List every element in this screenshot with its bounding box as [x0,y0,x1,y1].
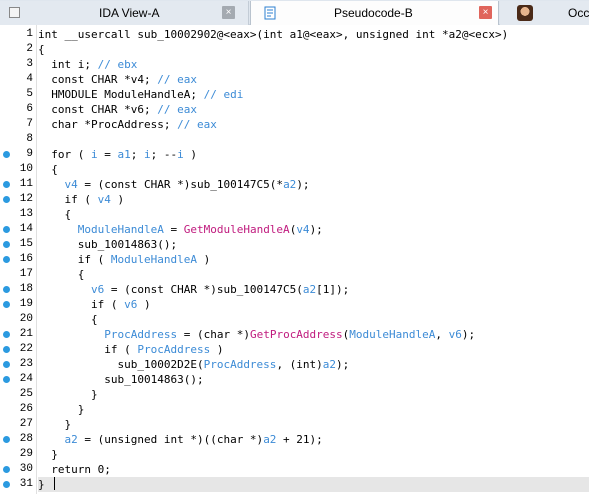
breakpoint-marker-icon[interactable] [3,436,10,443]
breakpoint-marker-icon[interactable] [3,466,10,473]
line-number: 28 [19,433,33,445]
line-number: 2 [26,43,33,55]
text-cursor [53,477,55,490]
code-line[interactable]: { [38,42,45,57]
code-line[interactable]: } [38,477,589,492]
line-number: 29 [19,448,33,460]
tab-label: Occ [568,6,589,20]
code-line[interactable]: if ( v6 ) [38,297,151,312]
code-line[interactable]: ProcAddress = (char *)GetProcAddress(Mod… [38,327,475,342]
code-line[interactable]: return 0; [38,462,111,477]
line-number: 6 [26,103,33,115]
breakpoint-marker-icon[interactable] [3,331,10,338]
line-number: 5 [26,88,33,100]
code-line[interactable]: if ( ModuleHandleA ) [38,252,210,267]
code-line[interactable]: sub_10014863(); [38,237,177,252]
line-number: 7 [26,118,33,130]
code-line[interactable]: HMODULE ModuleHandleA; // edi [38,87,243,102]
line-number: 13 [19,208,33,220]
line-number-gutter[interactable]: 1 2 3 4 5 6 7 8 9 10 11 12 13 14 15 16 17 18 19 20 21 22 23 24 2… [0,25,36,494]
code-line[interactable]: v4 = (const CHAR *)sub_100147C5(*a2); [38,177,310,192]
line-number: 8 [26,133,33,145]
breakpoint-marker-icon[interactable] [3,301,10,308]
breakpoint-marker-icon[interactable] [3,481,10,488]
tab-occurrences[interactable]: Occ [500,1,589,25]
code-line[interactable]: if ( ProcAddress ) [38,342,223,357]
line-number: 21 [19,328,33,340]
avatar-icon [517,5,533,21]
line-number: 25 [19,388,33,400]
code-line[interactable]: } [38,417,71,432]
line-number: 10 [19,163,33,175]
disassembly-icon [9,7,20,18]
line-number: 30 [19,463,33,475]
line-number: 27 [19,418,33,430]
code-line[interactable]: { [38,207,71,222]
code-line[interactable]: char *ProcAddress; // eax [38,117,217,132]
code-line[interactable]: } [38,387,98,402]
code-line[interactable]: sub_10002D2E(ProcAddress, (int)a2); [38,357,349,372]
breakpoint-marker-icon[interactable] [3,226,10,233]
breakpoint-marker-icon[interactable] [3,256,10,263]
line-number: 31 [19,478,33,490]
tab-ida-view-a[interactable]: IDA View-A × [0,1,249,25]
close-icon[interactable]: × [222,6,235,19]
line-number: 18 [19,283,33,295]
line-number: 17 [19,268,33,280]
code-line[interactable]: { [38,162,58,177]
line-number: 9 [26,148,33,160]
line-number: 15 [19,238,33,250]
breakpoint-marker-icon[interactable] [3,241,10,248]
code-line[interactable]: int i; // ebx [38,57,137,72]
code-line[interactable]: for ( i = a1; i; --i ) [38,147,197,162]
line-number: 11 [19,178,33,190]
breakpoint-marker-icon[interactable] [3,286,10,293]
tab-label: Pseudocode-B [334,6,413,20]
tab-pseudocode-b[interactable]: Pseudocode-B × [250,1,499,26]
tab-label: IDA View-A [99,6,160,20]
code-line[interactable]: a2 = (unsigned int *)((char *)a2 + 21); [38,432,323,447]
line-number: 1 [26,28,33,40]
line-number: 26 [19,403,33,415]
line-number: 4 [26,73,33,85]
code-line[interactable]: { [38,312,98,327]
code-line[interactable]: { [38,267,85,282]
code-line[interactable]: v6 = (const CHAR *)sub_100147C5(a2[1]); [38,282,349,297]
line-number: 23 [19,358,33,370]
code-line[interactable]: } [38,402,85,417]
code-line[interactable]: const CHAR *v4; // eax [38,72,197,87]
line-number: 22 [19,343,33,355]
document-icon [264,6,276,20]
line-number: 20 [19,313,33,325]
code-line[interactable]: int __usercall sub_10002902@<eax>(int a1… [38,27,508,42]
code-line[interactable]: const CHAR *v6; // eax [38,102,197,117]
line-number: 14 [19,223,33,235]
breakpoint-marker-icon[interactable] [3,346,10,353]
breakpoint-marker-icon[interactable] [3,181,10,188]
code-line[interactable]: } [38,447,58,462]
line-number: 24 [19,373,33,385]
pseudocode-editor[interactable]: int __usercall sub_10002902@<eax>(int a1… [36,25,589,494]
line-number: 3 [26,58,33,70]
breakpoint-marker-icon[interactable] [3,196,10,203]
tab-bar: IDA View-A × Pseudocode-B × Occ [0,0,589,26]
code-line[interactable]: sub_10014863(); [38,372,203,387]
line-number: 19 [19,298,33,310]
line-number: 16 [19,253,33,265]
breakpoint-marker-icon[interactable] [3,361,10,368]
breakpoint-marker-icon[interactable] [3,151,10,158]
breakpoint-marker-icon[interactable] [3,376,10,383]
close-icon[interactable]: × [479,6,492,19]
code-line[interactable]: ModuleHandleA = GetModuleHandleA(v4); [38,222,323,237]
code-line[interactable]: if ( v4 ) [38,192,124,207]
line-number: 12 [19,193,33,205]
